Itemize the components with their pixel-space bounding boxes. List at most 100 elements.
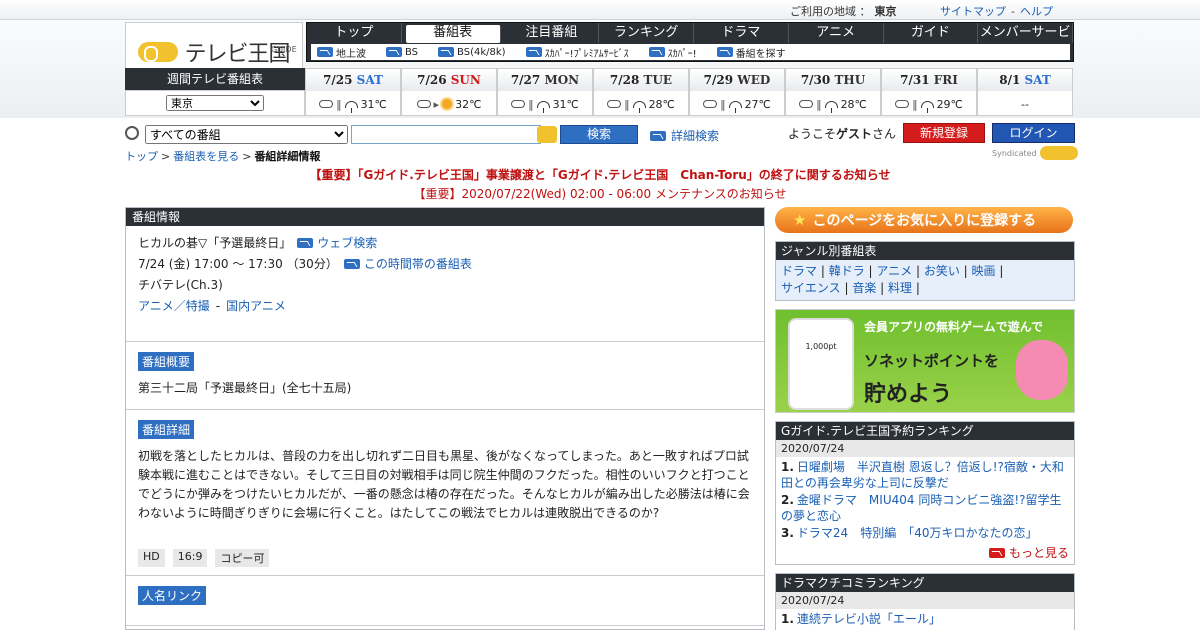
genre-link-anime[interactable]: アニメ／特撮 — [138, 297, 210, 314]
nav-tab-4[interactable]: ドラマ — [694, 23, 789, 43]
nav-tab-3[interactable]: ランキング — [599, 23, 694, 43]
star-icon: ★ — [793, 211, 807, 229]
nav-tab-6[interactable]: ガイド — [884, 23, 979, 43]
register-button[interactable]: 新規登録 — [903, 123, 985, 143]
program-channel: チバテレ(Ch.3) — [138, 278, 223, 292]
bear-mascot-icon — [1016, 340, 1068, 400]
ranking-item[interactable]: 3. ドラマ24 特別編 「40万キロかなたの恋」 — [781, 525, 1069, 541]
web-search-link[interactable]: ウェブ検索 — [297, 234, 377, 251]
nav-tab-0[interactable]: トップ — [307, 23, 402, 43]
breadcrumb-current: 番組詳細情報 — [254, 150, 321, 163]
format-tag: コピー可 — [215, 549, 270, 567]
breadcrumb: トップ > 番組表を見る > 番組詳細情報 — [125, 150, 321, 163]
umbrella-icon — [344, 100, 358, 113]
login-button[interactable]: ログイン — [992, 123, 1075, 143]
drama-ranking-header: ドラマクチコミランキング — [776, 574, 1074, 592]
search-input[interactable] — [351, 125, 541, 144]
breadcrumb-guide[interactable]: 番組表を見る — [173, 150, 239, 163]
arrow-icon — [343, 258, 360, 269]
program-summary: 番組概要 第三十二局「予選最終日」(全七十五局) — [126, 342, 764, 410]
region-indicator: ご利用の地域 ：東京 — [790, 3, 897, 19]
reservation-ranking-header: Gガイド.テレビ王国予約ランキング — [776, 422, 1074, 440]
day-column[interactable]: 7/27 MON ‖ 31℃ — [497, 68, 593, 116]
search-scope-select[interactable]: すべての番組 — [145, 125, 348, 144]
genre-link[interactable]: 音楽 — [852, 281, 876, 295]
day-column[interactable]: 7/30 THU ‖ 28℃ — [785, 68, 881, 116]
day-column[interactable]: 7/28 TUE ‖ 28℃ — [593, 68, 689, 116]
cloud-icon — [511, 100, 526, 108]
program-info-header: 番組情報 — [126, 208, 764, 226]
nav-tab-7[interactable]: メンバーサービス — [978, 23, 1073, 60]
genre-link[interactable]: サイエンス — [781, 281, 841, 295]
timetable-link[interactable]: この時間帯の番組表 — [343, 255, 472, 272]
day-date: 7/30 THU — [786, 69, 880, 91]
day-column[interactable]: 7/29 WED ‖ 27℃ — [689, 68, 785, 116]
more-link[interactable]: もっと見る — [776, 544, 1074, 564]
cloud-icon — [319, 100, 334, 108]
detail-text: 初戦を落としたヒカルは、普段の力を出し切れず二日目も黒星、後がなくなってしまった… — [138, 449, 750, 520]
app-ad-banner[interactable]: 1,000pt 会員アプリの無料ゲームで遊んで ソネットポイントを 貯めよう — [775, 309, 1075, 413]
nav-sub-link-3[interactable]: ｽｶﾊﾟｰ!ﾌﾟﾚﾐｱﾑｻｰﾋﾞｽ — [525, 45, 629, 60]
day-weekday: SAT — [1024, 73, 1051, 87]
notice-transfer-link[interactable]: 【重要】「Gガイド.テレビ王国」事業譲渡と「Gガイド.テレビ王国 Chan-To… — [0, 166, 1200, 183]
genre-link[interactable]: ドラマ — [781, 264, 817, 278]
region-value: 東京 — [874, 5, 897, 18]
weather-separator: ▸ — [433, 97, 440, 111]
weather-separator: ‖ — [528, 97, 534, 111]
genre-link[interactable]: お笑い — [924, 264, 960, 278]
day-temp: 31℃ — [360, 97, 387, 111]
nav-sub-link-0[interactable]: 地上波 — [317, 45, 366, 60]
program-info: ヒカルの碁▽「予選最終日」 ウェブ検索 7/24 (金) 17:00 ～ 17:3… — [126, 226, 764, 342]
nav-sub-links: 地上波 BS BS(4k/8k) ｽｶﾊﾟｰ!ﾌﾟﾚﾐｱﾑｻｰﾋﾞｽ ｽｶﾊﾟｰ! 番組を… — [311, 44, 1070, 60]
day-weather: ‖ 27℃ — [690, 91, 784, 117]
nav-sub-label: BS(4k/8k) — [457, 46, 506, 58]
format-tag: 16:9 — [172, 549, 208, 567]
genre-link[interactable]: 料理 — [888, 281, 912, 295]
nav-sub-link-5[interactable]: 番組を探す — [716, 45, 786, 60]
weather-separator: ‖ — [816, 97, 822, 111]
ranking-title[interactable]: 金曜ドラマ MIU404 同時コンビニ強盗!?留学生の夢と恋心 — [781, 493, 1062, 523]
day-column[interactable]: 7/26 SUN ▸ 32℃ — [401, 68, 497, 116]
advanced-search-label: 詳細検索 — [671, 129, 720, 143]
day-date: 7/25 SAT — [306, 69, 400, 91]
ranking-title[interactable]: ドラマ24 特別編 「40万キロかなたの恋」 — [797, 526, 1038, 540]
ranking-item[interactable]: 2. 金曜ドラマ MIU404 同時コンビニ強盗!?留学生の夢と恋心 — [781, 492, 1069, 524]
genre-link[interactable]: 映画 — [972, 264, 996, 278]
weekly-guide-label[interactable]: 週間テレビ番組表 — [125, 68, 305, 90]
notice-maintenance-link[interactable]: 【重要】2020/07/22(Wed) 02:00 - 06:00 メンテナンス… — [0, 185, 1200, 202]
ranking-title[interactable]: 日曜劇場 半沢直樹 恩返し？倍返し!?宿敵・大和田との再会卑劣な上司に反撃だ — [781, 460, 1064, 490]
genre-link[interactable]: 韓ドラ — [829, 264, 865, 278]
syndicated-logo: Syndicated — [992, 146, 1078, 160]
day-weekday: SAT — [356, 73, 383, 87]
nav-tab-5[interactable]: アニメ — [789, 23, 884, 43]
arrow-icon — [650, 130, 666, 141]
sitemap-link[interactable]: サイトマップ — [940, 5, 1006, 18]
search-button[interactable]: 検索 — [560, 125, 638, 144]
ranking-item[interactable]: 1. 日曜劇場 半沢直樹 恩返し？倍返し!?宿敵・大和田との再会卑劣な上司に反撃だ — [781, 459, 1069, 491]
weekly-guide-bar: 週間テレビ番組表 東京 7/25 SAT ‖ 31℃ 7/26 SUN ▸ 32℃ 7/27… — [125, 68, 1075, 118]
location-selector-box: 東京 — [125, 90, 305, 116]
day-weather: ‖ 28℃ — [594, 91, 688, 117]
advanced-search-link[interactable]: 詳細検索 — [650, 127, 719, 144]
ranking-item[interactable]: 1. 連続テレビ小説「エール」 — [781, 611, 1069, 627]
breadcrumb-top[interactable]: トップ — [125, 150, 158, 163]
nav-tab-1[interactable]: 番組表 — [405, 25, 501, 43]
nav-sub-link-1[interactable]: BS — [386, 47, 418, 58]
nav-sub-link-4[interactable]: ｽｶﾊﾟｰ! — [648, 45, 697, 60]
day-column[interactable]: 8/1 SAT -- — [977, 68, 1073, 116]
day-column[interactable]: 7/25 SAT ‖ 31℃ — [305, 68, 401, 116]
cloud-icon — [895, 100, 910, 108]
genre-link-domestic-anime[interactable]: 国内アニメ — [226, 297, 286, 314]
location-select[interactable]: 東京 — [166, 95, 264, 111]
summary-text: 第三十二局「予選最終日」(全七十五局) — [138, 381, 352, 395]
main-nav: トップ番組表注目番組ランキングドラマアニメガイドメンバーサービス 地上波 BS BS… — [306, 22, 1074, 62]
nav-tab-2[interactable]: 注目番組 — [505, 23, 600, 43]
nav-sub-link-2[interactable]: BS(4k/8k) — [438, 47, 506, 58]
add-favorite-button[interactable]: ★ このページをお気に入りに登録する — [775, 207, 1073, 233]
day-column[interactable]: 7/31 FRI ‖ 29℃ — [881, 68, 977, 116]
ranking-title[interactable]: 連続テレビ小説「エール」 — [797, 612, 941, 626]
help-link[interactable]: ヘルプ — [1020, 5, 1053, 18]
ad-main: 貯めよう — [864, 382, 953, 407]
detail-badge: 番組詳細 — [138, 420, 195, 439]
genre-link[interactable]: アニメ — [876, 264, 912, 278]
